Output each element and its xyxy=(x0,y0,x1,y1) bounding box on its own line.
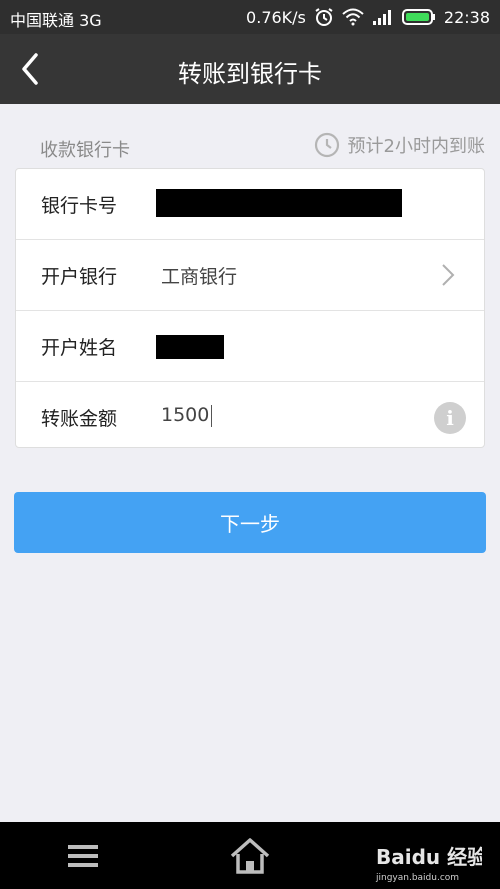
next-button[interactable]: 下一步 xyxy=(14,492,486,553)
bank-value: 工商银行 xyxy=(161,266,238,288)
alarm-icon xyxy=(314,7,334,27)
status-bar: 中国联通 3G 0.76K/s 22:38 xyxy=(0,0,500,34)
account-name-row[interactable]: 开户姓名 xyxy=(16,311,484,382)
amount-label: 转账金额 xyxy=(41,408,118,430)
chevron-right-icon xyxy=(442,264,455,286)
bank-row[interactable]: 开户银行 工商银行 xyxy=(16,240,484,311)
clock-time: 22:38 xyxy=(443,7,490,27)
card-number-redacted xyxy=(156,189,402,217)
amount-input[interactable]: 1500 xyxy=(161,404,213,427)
menu-icon[interactable] xyxy=(66,840,100,872)
signal-icon xyxy=(372,8,394,26)
text-caret xyxy=(211,404,213,427)
account-name-label: 开户姓名 xyxy=(41,337,118,359)
section-header: 收款银行卡 预计2小时内到账 xyxy=(0,126,500,166)
card-number-label: 银行卡号 xyxy=(41,195,118,217)
network-speed: 0.76K/s xyxy=(246,7,306,27)
navigation-bar: Baidu 经验 jingyan.baidu.com xyxy=(0,822,500,889)
account-name-redacted xyxy=(156,335,224,359)
wifi-icon xyxy=(342,8,364,26)
eta-info: 预计2小时内到账 xyxy=(314,132,485,158)
page-title: 转账到银行卡 xyxy=(178,60,322,88)
battery-icon xyxy=(401,8,436,26)
carrier-label: 中国联通 3G xyxy=(10,11,102,30)
watermark-subtext: jingyan.baidu.com xyxy=(375,873,459,882)
baidu-watermark: Baidu 经验 jingyan.baidu.com xyxy=(372,834,487,883)
info-icon[interactable]: i xyxy=(434,402,466,434)
bank-label: 开户银行 xyxy=(41,266,118,288)
card-number-row[interactable]: 银行卡号 xyxy=(16,169,484,240)
amount-value: 1500 xyxy=(161,404,210,426)
app-bar: 转账到银行卡 xyxy=(0,34,500,104)
home-icon[interactable] xyxy=(229,836,271,876)
status-right: 0.76K/s 22:38 xyxy=(246,7,490,27)
bank-card-form: 银行卡号 开户银行 工商银行 开户姓名 转账金额 1500 i xyxy=(15,168,485,448)
eta-text: 预计2小时内到账 xyxy=(347,136,485,157)
watermark-text: Baidu 经验 xyxy=(376,845,482,869)
clock-icon xyxy=(314,132,339,158)
amount-row[interactable]: 转账金额 1500 i xyxy=(16,382,484,452)
section-label: 收款银行卡 xyxy=(40,140,130,161)
